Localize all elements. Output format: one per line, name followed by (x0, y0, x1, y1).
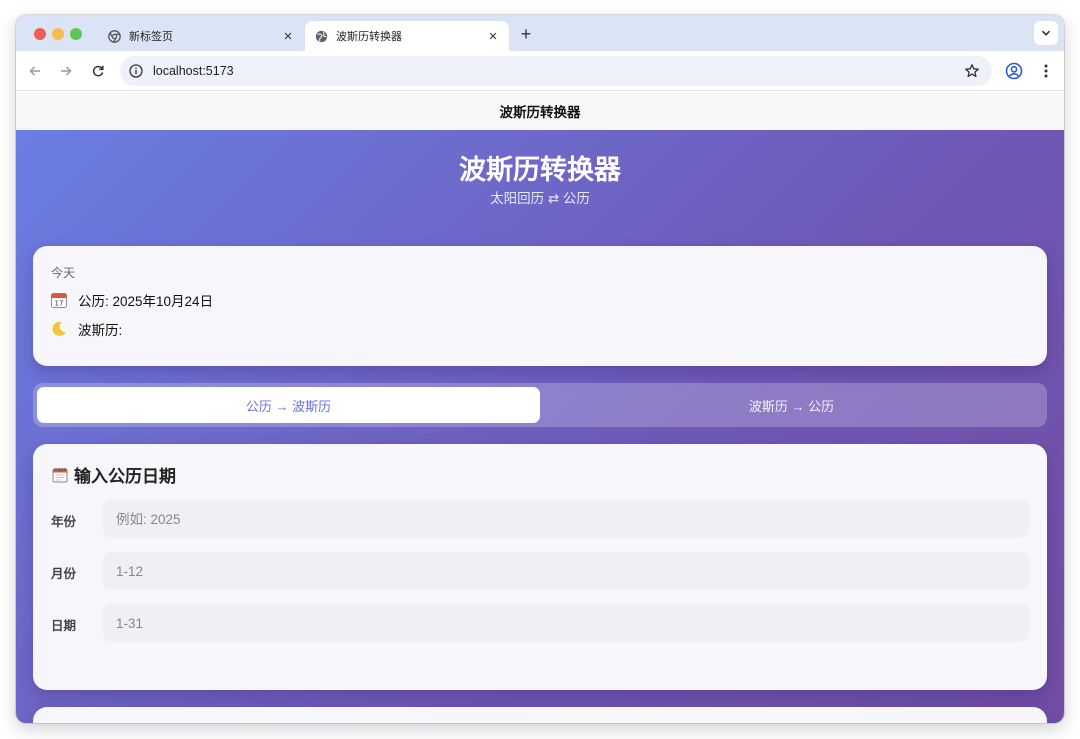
month-label: 月份 (51, 567, 77, 581)
input-card-title-text: 输入公历日期 (74, 467, 176, 486)
globe-icon (315, 30, 328, 42)
close-tab-icon[interactable]: × (485, 28, 501, 45)
tab-persian-converter[interactable]: 波斯历转换器 × (305, 21, 509, 51)
hero-subtitle: 太阳回历 ⇄ 公历 (490, 191, 590, 206)
today-card: 今天 17 公历: 2025年10月24日 波斯历: (33, 246, 1047, 366)
input-card-title: 输入公历日期 (51, 462, 176, 487)
reload-icon (92, 65, 104, 77)
reload-button[interactable] (88, 61, 108, 81)
close-tab-icon[interactable]: × (280, 28, 296, 45)
forward-button[interactable] (56, 61, 76, 81)
tab-strip: 新标签页 × 波斯历转换器 × + (16, 15, 1064, 51)
maximize-window-button[interactable] (70, 28, 82, 40)
svg-text:17: 17 (55, 300, 64, 308)
more-vertical-icon (1044, 64, 1048, 78)
close-window-button[interactable] (34, 28, 46, 40)
month-input[interactable] (103, 552, 1029, 590)
today-persian-text: 波斯历: (78, 323, 123, 338)
arrow-right-icon (61, 66, 72, 76)
browser-toolbar: localhost:5173 (16, 51, 1064, 91)
conversion-mode-toggle: 公历 → 波斯历 波斯历 → 公历 (33, 383, 1047, 427)
chrome-icon (108, 29, 121, 43)
result-card (33, 707, 1047, 723)
year-label: 年份 (51, 515, 77, 529)
new-tab-button[interactable]: + (516, 24, 536, 44)
calendar-icon: 17 (51, 293, 67, 308)
menu-button[interactable] (1036, 61, 1056, 81)
mode-gregorian-to-persian-button[interactable]: 公历 → 波斯历 (37, 387, 540, 423)
info-icon[interactable] (129, 64, 143, 78)
tab-title: 新标签页 (129, 31, 173, 43)
spiral-calendar-icon (52, 467, 68, 482)
gregorian-input-card: 输入公历日期 年份 月份 日期 (33, 444, 1047, 690)
crescent-moon-icon (52, 321, 66, 336)
today-gregorian-row: 17 公历: 2025年10月24日 (50, 290, 213, 310)
today-persian-row: 波斯历: (50, 319, 122, 339)
address-bar[interactable]: localhost:5173 (120, 56, 992, 86)
tab-new-tab[interactable]: 新标签页 × (98, 21, 304, 51)
minimize-window-button[interactable] (52, 28, 64, 40)
today-label: 今天 (51, 266, 76, 280)
browser-window: 新标签页 × 波斯历转换器 × + localhost:5173 波斯历转换器 … (16, 15, 1064, 723)
back-button[interactable] (25, 61, 45, 81)
url-text: localhost:5173 (153, 64, 234, 78)
day-input[interactable] (103, 604, 1029, 642)
year-input[interactable] (103, 500, 1029, 538)
tab-search-button[interactable] (1034, 21, 1058, 45)
chevron-down-icon (1041, 30, 1051, 36)
hero-title: 波斯历转换器 (459, 155, 621, 185)
today-gregorian-text: 公历: 2025年10月24日 (78, 294, 214, 309)
page-content: 波斯历转换器 波斯历转换器 太阳回历 ⇄ 公历 今天 17 公历: 2025年1… (16, 92, 1064, 723)
arrow-left-icon (29, 66, 40, 76)
page-header-title: 波斯历转换器 (16, 92, 1064, 130)
day-label: 日期 (51, 619, 77, 633)
star-icon[interactable] (964, 63, 980, 79)
profile-icon[interactable] (1004, 61, 1024, 81)
mode-persian-to-gregorian-button[interactable]: 波斯历 → 公历 (540, 387, 1043, 423)
tab-title: 波斯历转换器 (336, 31, 402, 43)
